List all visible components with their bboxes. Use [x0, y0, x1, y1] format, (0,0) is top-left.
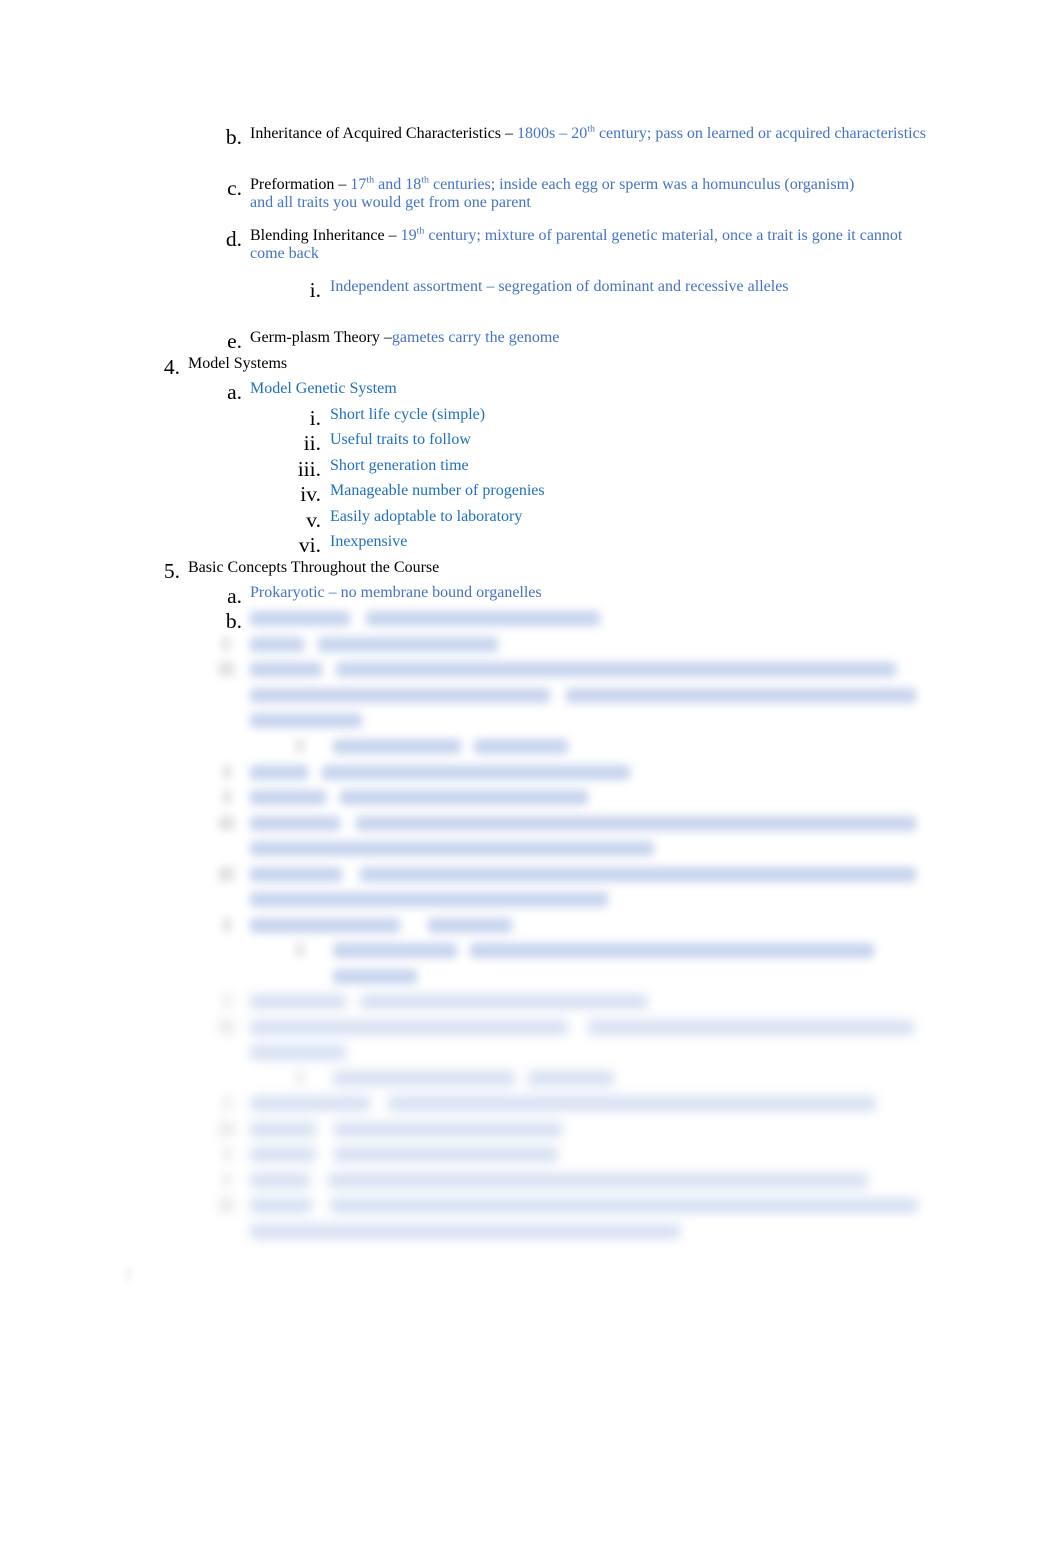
list-item-5-a: a. Prokaryotic – no membrane bound organ… — [227, 584, 950, 608]
list-item-4-a-i: i. Short life cycle (simple) — [310, 406, 1030, 430]
list-marker-4-a-iv: iv. — [300, 482, 321, 506]
list-marker-4-a-ii: ii. — [303, 431, 321, 455]
list-item-d-i: i. Independent assortment – segregation … — [310, 278, 890, 302]
list-item-5-a-text: Prokaryotic – no membrane bound organell… — [250, 584, 542, 601]
item-e-label: Germ-plasm Theory – — [250, 329, 392, 346]
list-item-e-text: Germ-plasm Theory –gametes carry the gen… — [250, 329, 950, 347]
document-page: b. Inheritance of Acquired Characteristi… — [0, 0, 1062, 1561]
list-item-4-a-iii-text: Short generation time — [330, 457, 469, 474]
list-marker-b: b. — [225, 125, 242, 149]
list-item-4-a: a. Model Genetic System — [227, 380, 950, 404]
list-item-4-a-v: v. Easily adoptable to laboratory — [306, 508, 1030, 532]
list-marker-e: e. — [227, 329, 242, 353]
list-item-d-text: Blending Inheritance – 19th century; mix… — [250, 226, 940, 263]
list-marker-5-a: a. — [227, 584, 242, 608]
list-item-4-text: Model Systems — [188, 355, 288, 372]
list-marker-4-a-iii: iii. — [297, 457, 321, 481]
item-c-desc-b: and 18 — [374, 176, 422, 193]
list-item-4-a-vi-text: Inexpensive — [330, 533, 408, 550]
list-item-b-text: Inheritance of Acquired Characteristics … — [250, 123, 950, 143]
item-b-superscript: th — [587, 123, 595, 135]
list-item-4-a-iv: iv. Manageable number of progenies — [300, 482, 1030, 506]
list-item-4-a-ii: ii. Useful traits to follow — [304, 431, 1030, 455]
list-marker-c: c. — [227, 176, 242, 200]
list-marker-4-a-v: v. — [306, 508, 321, 532]
list-item-4-a-iii: iii. Short generation time — [298, 457, 1030, 481]
item-c-label: Preformation – — [250, 176, 351, 193]
list-item-5-text: Basic Concepts Throughout the Course — [188, 559, 440, 576]
list-item-4-a-vi: vi. Inexpensive — [299, 533, 1030, 557]
list-item-4-a-i-text: Short life cycle (simple) — [330, 406, 486, 423]
list-marker-5: 5. — [163, 559, 180, 583]
list-item-4-a-v-text: Easily adoptable to laboratory — [330, 508, 523, 525]
list-marker-d-i: i. — [309, 278, 321, 302]
list-item-4-a-text: Model Genetic System — [250, 380, 397, 397]
list-item-e: e. Germ-plasm Theory –gametes carry the … — [227, 329, 950, 353]
page-number: 1 — [124, 1264, 133, 1283]
item-b-label: Inheritance of Acquired Characteristics … — [250, 125, 517, 142]
list-marker-4-a: a. — [227, 380, 242, 404]
item-c-superscript-b: th — [421, 174, 429, 186]
list-marker-4-a-vi: vi. — [298, 533, 321, 557]
item-c-superscript-a: th — [366, 174, 375, 186]
item-d-label: Blending Inheritance – — [250, 227, 401, 244]
list-marker-d: d. — [225, 227, 242, 251]
item-c-desc-a: 17 — [350, 176, 367, 193]
item-e-desc: gametes carry the genome — [391, 329, 560, 346]
list-item-d-i-text: Independent assortment – segregation of … — [330, 278, 789, 295]
list-item-4-a-ii-text: Useful traits to follow — [330, 431, 471, 448]
list-marker-4-a-i: i. — [309, 406, 321, 430]
list-item-4-a-iv-text: Manageable number of progenies — [330, 482, 545, 499]
list-item-5: 5. Basic Concepts Throughout the Course — [164, 559, 888, 583]
item-b-desc-post: century; pass on learned or acquired cha… — [594, 125, 926, 142]
redacted-content-region — [0, 600, 1062, 1260]
list-item-b: b. Inheritance of Acquired Characteristi… — [226, 123, 950, 149]
item-b-desc-pre: 1800s – 20 — [517, 125, 588, 142]
list-item-c: c. Preformation – 17th and 18th centurie… — [227, 174, 870, 212]
list-item-4: 4. Model Systems — [164, 355, 888, 379]
list-item-d: d. Blending Inheritance – 19th century; … — [226, 226, 940, 263]
list-item-c-text: Preformation – 17th and 18th centuries; … — [250, 174, 870, 212]
list-marker-4: 4. — [163, 355, 180, 379]
item-d-desc-pre: 19 — [400, 227, 417, 244]
list-marker-5-b: b. — [225, 609, 242, 633]
